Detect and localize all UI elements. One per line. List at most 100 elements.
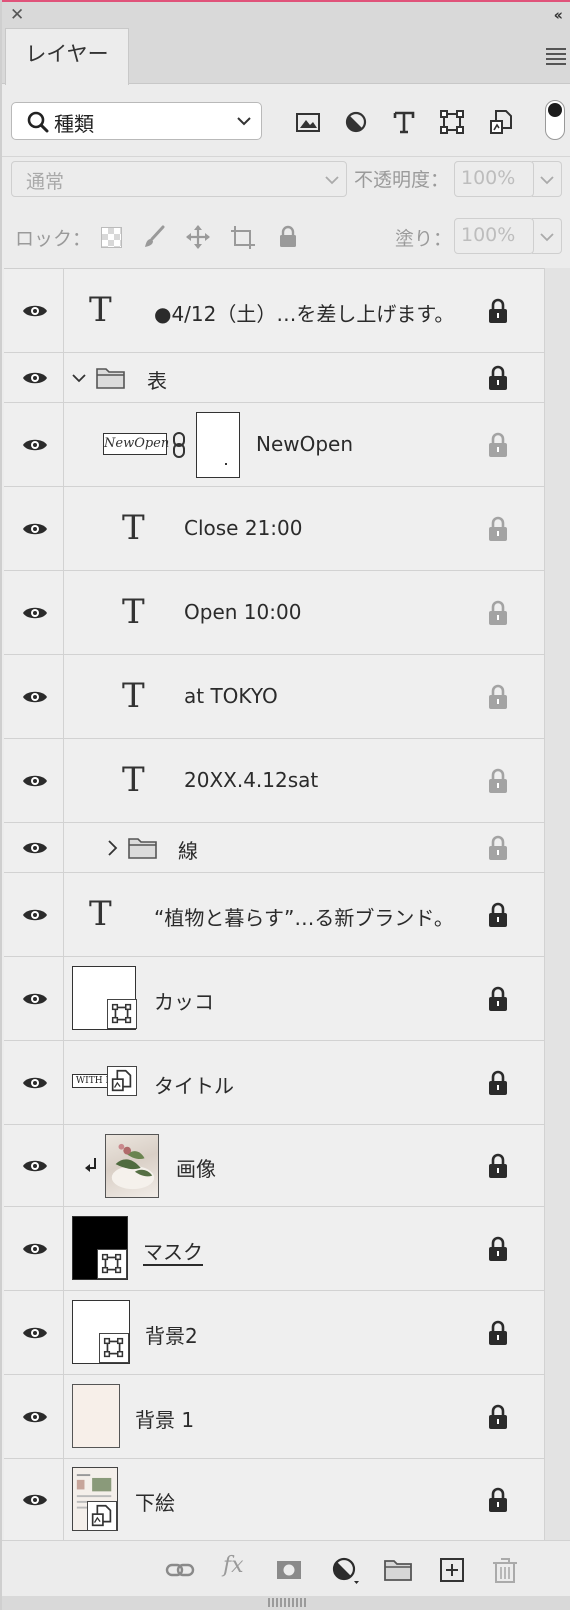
eye-icon[interactable] bbox=[22, 521, 48, 537]
move-icon[interactable] bbox=[185, 224, 211, 250]
fill-field[interactable]: 100% bbox=[454, 218, 534, 254]
layer-name[interactable]: NewOpen bbox=[256, 432, 353, 456]
layer-thumbnail[interactable] bbox=[72, 1384, 120, 1448]
eye-icon[interactable] bbox=[22, 773, 48, 789]
adjustment-filter-icon[interactable] bbox=[342, 108, 370, 136]
visibility-cell[interactable] bbox=[4, 739, 64, 822]
new-group-icon[interactable] bbox=[383, 1555, 413, 1585]
layer-row[interactable]: T “植物と暮らす”…る新ブランド。 bbox=[4, 873, 544, 957]
eye-icon[interactable] bbox=[22, 1075, 48, 1091]
visibility-cell[interactable] bbox=[4, 487, 64, 570]
eye-icon[interactable] bbox=[22, 840, 48, 856]
visibility-cell[interactable] bbox=[4, 403, 64, 486]
layer-name[interactable]: 下絵 bbox=[135, 1487, 175, 1516]
visibility-cell[interactable] bbox=[4, 1291, 64, 1374]
layer-name[interactable]: 表 bbox=[147, 365, 167, 394]
tab-layers[interactable]: レイヤー bbox=[5, 28, 129, 85]
eye-icon[interactable] bbox=[22, 1409, 48, 1425]
layer-row[interactable]: 背景2 bbox=[4, 1291, 544, 1375]
layer-name[interactable]: ●4/12（土）…を差し上げます。 bbox=[154, 298, 454, 327]
layer-row-group[interactable]: 表 bbox=[4, 353, 544, 403]
visibility-cell[interactable] bbox=[4, 1459, 64, 1540]
close-icon[interactable]: ✕ bbox=[10, 5, 24, 25]
visibility-cell[interactable] bbox=[4, 1125, 64, 1206]
visibility-cell[interactable] bbox=[4, 1041, 64, 1124]
layer-row[interactable]: T Open 10:00 bbox=[4, 571, 544, 655]
eye-icon[interactable] bbox=[22, 605, 48, 621]
chevron-right-icon[interactable] bbox=[105, 840, 119, 856]
chevron-down-icon[interactable] bbox=[72, 371, 86, 385]
fill-dropdown[interactable] bbox=[532, 218, 562, 254]
shape-filter-icon[interactable] bbox=[438, 108, 466, 136]
visibility-cell[interactable] bbox=[4, 1207, 64, 1290]
eye-icon[interactable] bbox=[22, 437, 48, 453]
chain-link-icon[interactable] bbox=[172, 432, 186, 458]
opacity-dropdown[interactable] bbox=[532, 161, 562, 197]
visibility-cell[interactable] bbox=[4, 823, 64, 872]
layer-row[interactable]: マスク bbox=[4, 1207, 544, 1291]
eye-icon[interactable] bbox=[22, 370, 48, 386]
visibility-cell[interactable] bbox=[4, 957, 64, 1040]
layer-row[interactable]: T at TOKYO bbox=[4, 655, 544, 739]
layer-name[interactable]: 線 bbox=[178, 835, 198, 864]
layer-name[interactable]: “植物と暮らす”…る新ブランド。 bbox=[154, 902, 454, 931]
visibility-cell[interactable] bbox=[4, 571, 64, 654]
image-thumbnail[interactable] bbox=[105, 1134, 159, 1198]
lock-all-icon[interactable] bbox=[275, 224, 301, 250]
adjustment-layer-icon[interactable] bbox=[330, 1555, 360, 1585]
blend-mode-select[interactable]: 通常 bbox=[11, 161, 347, 197]
visibility-cell[interactable] bbox=[4, 873, 64, 956]
smart-object-filter-icon[interactable] bbox=[487, 108, 515, 136]
layer-name[interactable]: 背景 1 bbox=[135, 1404, 194, 1433]
add-mask-icon[interactable] bbox=[274, 1555, 304, 1585]
image-filter-icon[interactable] bbox=[294, 108, 322, 136]
eye-icon[interactable] bbox=[22, 1158, 48, 1174]
double-chevron-left-icon[interactable]: ‹‹ bbox=[554, 5, 564, 25]
layer-row-group[interactable]: 線 bbox=[4, 823, 544, 873]
visibility-cell[interactable] bbox=[4, 269, 64, 352]
eye-icon[interactable] bbox=[22, 991, 48, 1007]
layer-row[interactable]: 画像 bbox=[4, 1125, 544, 1207]
eye-icon[interactable] bbox=[22, 1241, 48, 1257]
layer-row[interactable]: T Close 21:00 bbox=[4, 487, 544, 571]
panel-menu-icon[interactable] bbox=[546, 48, 566, 68]
visibility-cell[interactable] bbox=[4, 353, 64, 402]
lock-transparent-pixels-icon[interactable] bbox=[101, 227, 122, 248]
layer-thumbnail[interactable]: NewOpen bbox=[103, 433, 169, 455]
eye-icon[interactable] bbox=[22, 689, 48, 705]
layer-row[interactable]: NewOpen NewOpen bbox=[4, 403, 544, 487]
visibility-cell[interactable] bbox=[4, 655, 64, 738]
layer-row[interactable]: WITH B タイトル bbox=[4, 1041, 544, 1125]
layer-name[interactable]: at TOKYO bbox=[184, 684, 278, 708]
layer-name[interactable]: 20XX.4.12sat bbox=[184, 768, 318, 792]
brush-icon[interactable] bbox=[141, 224, 167, 250]
layer-row[interactable]: T 20XX.4.12sat bbox=[4, 739, 544, 823]
filter-toggle[interactable] bbox=[545, 100, 565, 140]
resize-grip[interactable] bbox=[2, 1596, 570, 1610]
eye-icon[interactable] bbox=[22, 1325, 48, 1341]
eye-icon[interactable] bbox=[22, 1492, 48, 1508]
layer-row[interactable]: カッコ bbox=[4, 957, 544, 1041]
new-layer-icon[interactable] bbox=[437, 1555, 467, 1585]
opacity-field[interactable]: 100% bbox=[454, 161, 534, 197]
layer-name[interactable]: Close 21:00 bbox=[184, 516, 302, 540]
filter-kind-select[interactable]: 種類 bbox=[11, 102, 262, 140]
visibility-cell[interactable] bbox=[4, 1375, 64, 1458]
link-layers-icon[interactable] bbox=[165, 1555, 195, 1585]
scrollbar[interactable] bbox=[544, 268, 570, 1540]
mask-thumbnail[interactable] bbox=[196, 412, 240, 478]
layer-name[interactable]: カッコ bbox=[154, 986, 214, 1015]
layer-name[interactable]: Open 10:00 bbox=[184, 600, 301, 624]
layer-row[interactable]: 下絵 bbox=[4, 1459, 544, 1541]
layer-name[interactable]: 画像 bbox=[176, 1153, 216, 1182]
layer-row[interactable]: 背景 1 bbox=[4, 1375, 544, 1459]
delete-icon[interactable] bbox=[490, 1555, 520, 1585]
layer-name[interactable]: 背景2 bbox=[145, 1320, 198, 1349]
artboard-lock-icon[interactable] bbox=[230, 224, 256, 250]
type-filter-icon[interactable] bbox=[390, 108, 418, 136]
eye-icon[interactable] bbox=[22, 303, 48, 319]
layer-name[interactable]: タイトル bbox=[154, 1070, 234, 1099]
fx-icon[interactable]: fx bbox=[223, 1553, 253, 1583]
layer-row[interactable]: T ●4/12（土）…を差し上げます。 bbox=[4, 269, 544, 353]
layer-name[interactable]: マスク bbox=[143, 1236, 203, 1265]
